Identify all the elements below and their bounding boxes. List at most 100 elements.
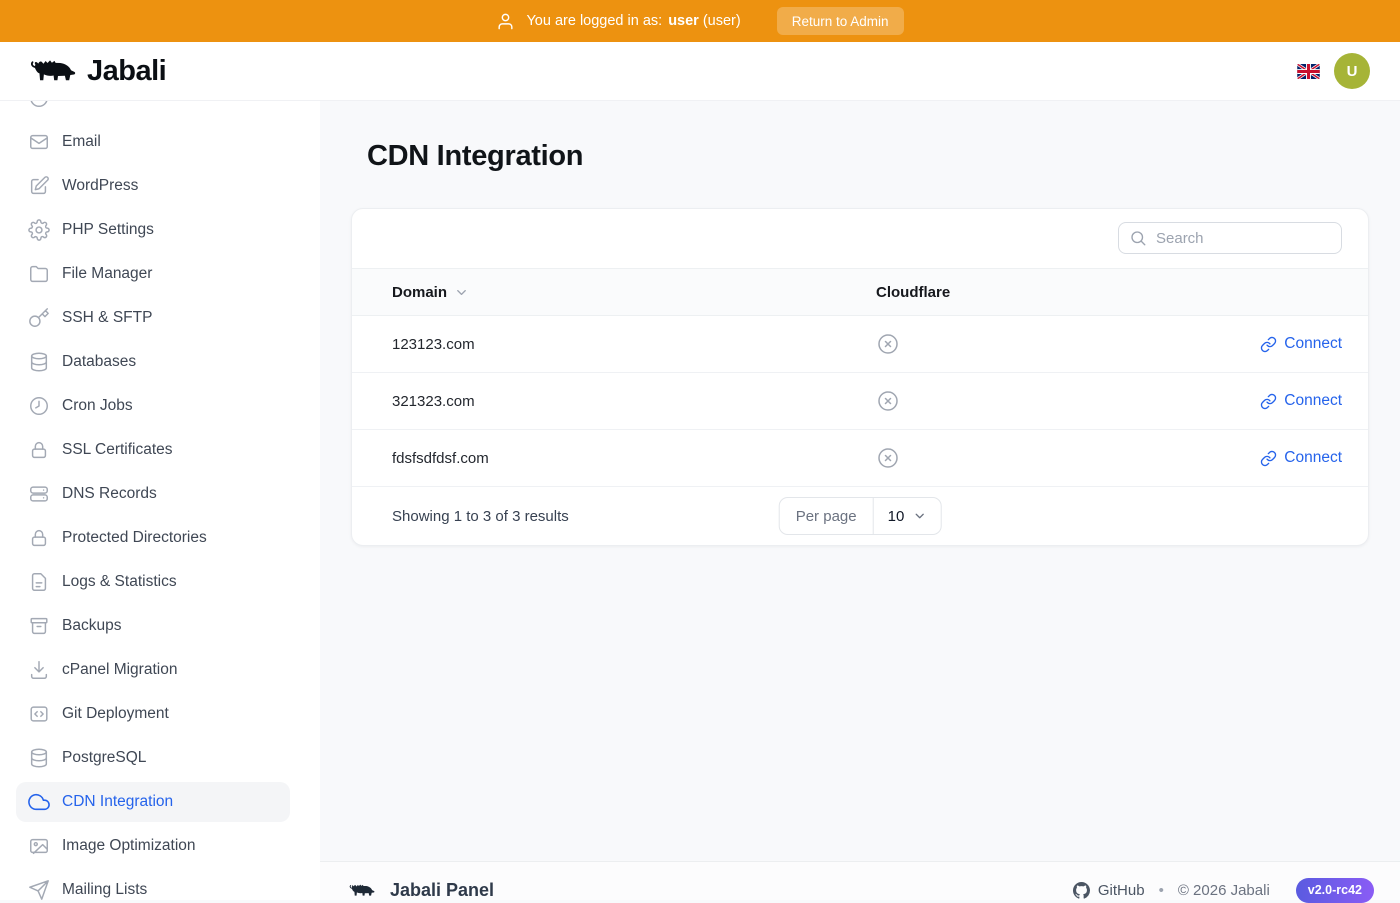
sidebar-item-email[interactable]: Email <box>16 122 290 162</box>
domain-cell: 321323.com <box>392 393 876 410</box>
connect-link[interactable]: Connect <box>1260 449 1342 467</box>
sidebar-item-label: WordPress <box>62 177 138 195</box>
github-link[interactable]: GitHub <box>1073 882 1145 899</box>
page-footer: Jabali Panel GitHub • © 2026 Jabali v2.0… <box>320 861 1400 900</box>
download-icon <box>28 659 50 681</box>
cdn-card: Domain Cloudflare 123123.com Connect 321… <box>351 208 1369 546</box>
column-header-cloudflare: Cloudflare <box>876 284 1342 301</box>
connect-link[interactable]: Connect <box>1260 392 1342 410</box>
sidebar-item-ssh-sftp[interactable]: SSH & SFTP <box>16 298 290 338</box>
domain-cell: fdsfsdfdsf.com <box>392 450 876 467</box>
results-summary: Showing 1 to 3 of 3 results <box>392 508 569 525</box>
column-header-domain[interactable]: Domain <box>392 284 876 301</box>
github-icon <box>1073 882 1090 899</box>
sidebar-item-dns-records[interactable]: DNS Records <box>16 474 290 514</box>
sidebar-item-label: Backups <box>62 617 121 635</box>
sidebar-item-protected-directories[interactable]: Protected Directories <box>16 518 290 558</box>
sidebar: Email WordPress PHP Settings File Manage… <box>0 101 320 900</box>
sidebar-item-git-deployment[interactable]: Git Deployment <box>16 694 290 734</box>
uk-flag-icon[interactable] <box>1297 64 1320 79</box>
edit-icon <box>28 175 50 197</box>
link-icon <box>1260 450 1277 467</box>
sidebar-item-label: CDN Integration <box>62 793 173 811</box>
domain-cell: 123123.com <box>392 336 876 353</box>
server-icon <box>28 483 50 505</box>
sidebar-item-image-optimization[interactable]: Image Optimization <box>16 826 290 866</box>
footer-brand: Jabali Panel <box>348 880 494 901</box>
sidebar-item-label: File Manager <box>62 265 152 283</box>
send-icon <box>28 879 50 900</box>
sidebar-item-label: Image Optimization <box>62 837 196 855</box>
copyright: © 2026 Jabali <box>1178 882 1270 899</box>
partial-icon <box>28 101 50 109</box>
page-title: CDN Integration <box>367 141 1369 171</box>
sidebar-item-label: Mailing Lists <box>62 881 147 899</box>
boar-icon <box>348 881 376 900</box>
sidebar-item-backups[interactable]: Backups <box>16 606 290 646</box>
x-circle-icon <box>876 446 900 470</box>
user-icon <box>496 12 515 31</box>
mail-icon <box>28 131 50 153</box>
sidebar-item-databases[interactable]: Databases <box>16 342 290 382</box>
sidebar-item-cdn-integration[interactable]: CDN Integration <box>16 782 290 822</box>
table-row: fdsfsdfdsf.com Connect <box>352 430 1368 487</box>
cloud-icon <box>28 791 50 813</box>
per-page-select[interactable]: Per page 10 <box>779 497 942 535</box>
sidebar-item-label: DNS Records <box>62 485 157 503</box>
search-icon <box>1129 229 1147 247</box>
sidebar-item-cpanel-migration[interactable]: cPanel Migration <box>16 650 290 690</box>
lock-icon <box>28 439 50 461</box>
impersonation-username: user <box>668 13 699 29</box>
chevron-down-icon <box>912 509 926 523</box>
sidebar-item-partial[interactable] <box>16 101 290 118</box>
footer-brand-name: Jabali Panel <box>390 880 494 901</box>
code-icon <box>28 703 50 725</box>
chevron-down-icon <box>454 285 469 300</box>
table-row: 123123.com Connect <box>352 316 1368 373</box>
sidebar-item-mailing-lists[interactable]: Mailing Lists <box>16 870 290 900</box>
avatar[interactable]: U <box>1334 53 1370 89</box>
sidebar-item-label: Cron Jobs <box>62 397 133 415</box>
sidebar-item-label: Protected Directories <box>62 529 207 547</box>
x-circle-icon <box>876 389 900 413</box>
image-icon <box>28 835 50 857</box>
main-content: CDN Integration Domain Cloudflare 123123… <box>320 101 1400 900</box>
sidebar-item-ssl-certificates[interactable]: SSL Certificates <box>16 430 290 470</box>
per-page-value: 10 <box>888 508 905 525</box>
database-icon <box>28 351 50 373</box>
per-page-label: Per page <box>780 498 874 534</box>
clock-icon <box>28 395 50 417</box>
sidebar-item-label: Git Deployment <box>62 705 169 723</box>
brand-name: Jabali <box>87 55 166 88</box>
link-icon <box>1260 393 1277 410</box>
sidebar-item-postgresql[interactable]: PostgreSQL <box>16 738 290 778</box>
sidebar-item-wordpress[interactable]: WordPress <box>16 166 290 206</box>
sidebar-item-label: Logs & Statistics <box>62 573 177 591</box>
search-input[interactable] <box>1118 222 1342 254</box>
sidebar-item-label: cPanel Migration <box>62 661 177 679</box>
sidebar-item-label: Email <box>62 133 101 151</box>
app-header: Jabali U <box>0 42 1400 101</box>
version-badge: v2.0-rc42 <box>1296 878 1374 903</box>
connect-link[interactable]: Connect <box>1260 335 1342 353</box>
impersonation-bar: You are logged in as: user (user) Return… <box>0 0 1400 42</box>
link-icon <box>1260 336 1277 353</box>
archive-icon <box>28 615 50 637</box>
sidebar-item-cron-jobs[interactable]: Cron Jobs <box>16 386 290 426</box>
lock-icon <box>28 527 50 549</box>
sidebar-item-label: Databases <box>62 353 136 371</box>
gear-icon <box>28 219 50 241</box>
boar-icon <box>28 54 78 88</box>
table-header: Domain Cloudflare <box>352 268 1368 316</box>
table-row: 321323.com Connect <box>352 373 1368 430</box>
impersonation-role: (user) <box>703 13 741 29</box>
sidebar-item-php-settings[interactable]: PHP Settings <box>16 210 290 250</box>
return-to-admin-button[interactable]: Return to Admin <box>777 7 904 35</box>
brand-logo[interactable]: Jabali <box>28 54 166 88</box>
sidebar-item-label: SSH & SFTP <box>62 309 152 327</box>
document-icon <box>28 571 50 593</box>
folder-icon <box>28 263 50 285</box>
sidebar-item-file-manager[interactable]: File Manager <box>16 254 290 294</box>
sidebar-item-logs-statistics[interactable]: Logs & Statistics <box>16 562 290 602</box>
pagination: Showing 1 to 3 of 3 results Per page 10 <box>352 487 1368 545</box>
